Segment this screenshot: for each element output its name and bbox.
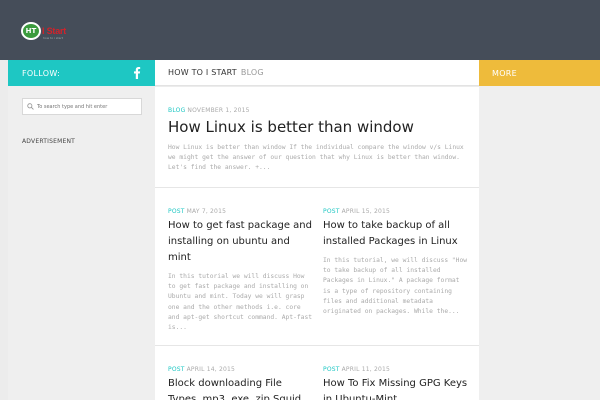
post-card: POST APRIL 14, 2015 Block downloading Fil… xyxy=(168,366,313,400)
post-category[interactable]: POST xyxy=(323,208,340,215)
post-excerpt: In this tutorial, we will discuss "How t… xyxy=(323,257,468,316)
featured-post-excerpt: How Linux is better than window If the i… xyxy=(168,144,464,171)
logo-wordmark: I Start xyxy=(42,26,67,36)
follow-label: FOLLOW: xyxy=(22,68,61,78)
post-excerpt: In this tutorial we will discuss How to … xyxy=(168,273,313,332)
facebook-icon[interactable] xyxy=(133,67,141,79)
post-date: APRIL 15, 2015 xyxy=(341,208,391,215)
post-category[interactable]: POST xyxy=(323,366,340,373)
post-category[interactable]: POST xyxy=(168,208,185,215)
post-title[interactable]: How To Fix Missing GPG Keys in Ubuntu-Mi… xyxy=(323,376,468,400)
post-date: APRIL 14, 2015 xyxy=(186,366,236,373)
post-card: POST APRIL 15, 2015 How to take backup of… xyxy=(323,208,468,317)
more-label: MORE xyxy=(492,68,518,78)
post-card: POST APRIL 11, 2015 How To Fix Missing GP… xyxy=(323,366,468,400)
divider xyxy=(155,345,479,346)
post-meta: POST APRIL 14, 2015 xyxy=(168,366,313,373)
main-header: HOW TO I START BLOG xyxy=(155,60,479,86)
top-bar: HT I Start how to i start xyxy=(0,0,600,60)
post-meta: POST APRIL 11, 2015 xyxy=(323,366,468,373)
advertisement-label: ADVERTISEMENT xyxy=(22,138,76,145)
post-title[interactable]: Block downloading File Types .mp3,.exe,.… xyxy=(168,376,313,400)
featured-post-date: NOVEMBER 1, 2015 xyxy=(187,107,250,114)
post-date: APRIL 11, 2015 xyxy=(341,366,391,373)
post-card: POST MAY 7, 2015 How to get fast package … xyxy=(168,208,313,333)
featured-post-category[interactable]: BLOG xyxy=(168,107,185,114)
featured-post: BLOG NOVEMBER 1, 2015 How Linux is better… xyxy=(168,107,468,173)
featured-post-meta: BLOG NOVEMBER 1, 2015 xyxy=(168,107,468,114)
post-category[interactable]: POST xyxy=(168,366,185,373)
right-sidebar xyxy=(479,86,600,400)
follow-bar: FOLLOW: xyxy=(8,60,155,86)
page-subtitle: BLOG xyxy=(240,68,264,77)
search-icon xyxy=(27,103,34,110)
logo-badge: HT xyxy=(21,22,41,40)
search-box[interactable] xyxy=(22,98,142,115)
post-meta: POST MAY 7, 2015 xyxy=(168,208,313,215)
site-logo[interactable]: HT I Start how to i start xyxy=(21,22,66,40)
left-sidebar: ADVERTISEMENT xyxy=(8,86,155,400)
more-bar[interactable]: MORE xyxy=(479,60,600,86)
logo-tagline: how to i start xyxy=(43,36,63,40)
divider xyxy=(155,187,479,188)
page-title[interactable]: HOW TO I START xyxy=(168,68,237,77)
post-title[interactable]: How to take backup of all installed Pack… xyxy=(323,218,468,250)
main-content: BLOG NOVEMBER 1, 2015 How Linux is better… xyxy=(155,87,479,400)
post-title[interactable]: How to get fast package and installing o… xyxy=(168,218,313,266)
search-input[interactable] xyxy=(37,103,141,110)
post-date: MAY 7, 2015 xyxy=(186,208,227,215)
post-meta: POST APRIL 15, 2015 xyxy=(323,208,468,215)
featured-post-title[interactable]: How Linux is better than window xyxy=(168,118,468,136)
